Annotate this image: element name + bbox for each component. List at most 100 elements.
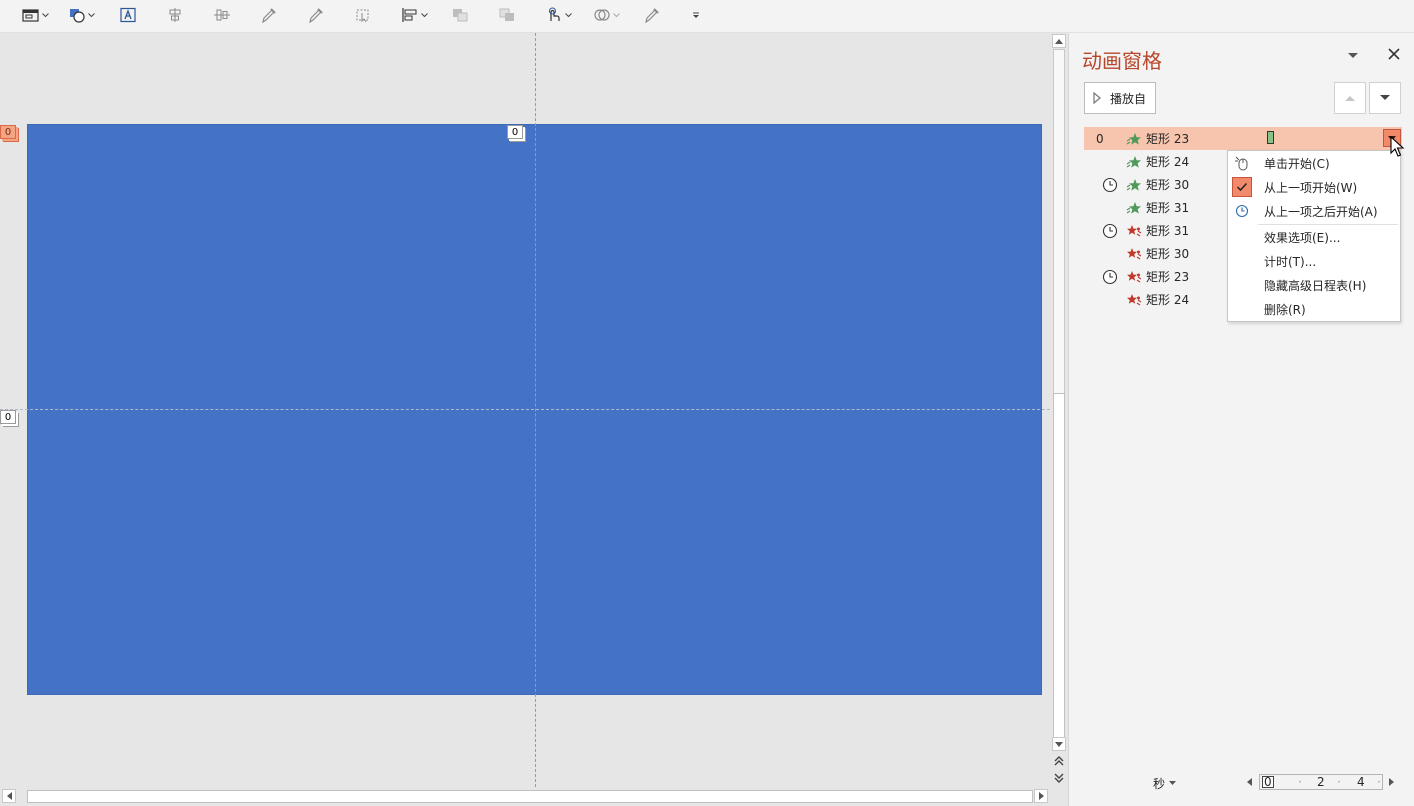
animation-target-name: 矩形 31 <box>1146 224 1190 238</box>
previous-slide-button[interactable] <box>1054 755 1064 769</box>
context-menu-item[interactable]: 隐藏高级日程表(H) <box>1228 273 1400 297</box>
triangle-down-icon <box>1055 741 1063 747</box>
triangle-right-icon[interactable] <box>1389 778 1394 786</box>
eyedropper-button[interactable] <box>260 4 278 26</box>
entrance-effect-icon <box>1126 200 1142 216</box>
timeline-tick-label: 2 <box>1317 775 1325 789</box>
timeline-tick-label: 4 <box>1357 775 1365 789</box>
animation-target-name: 矩形 24 <box>1146 293 1190 307</box>
triangle-right-icon <box>1038 792 1044 800</box>
overflow-chevron-icon <box>693 12 699 18</box>
triangle-up-icon <box>1055 38 1063 44</box>
align-middle-icon <box>214 9 230 21</box>
animation-tag-selected[interactable]: 0 <box>0 125 16 139</box>
send-backward-icon <box>499 8 514 21</box>
move-earlier-button[interactable] <box>1334 82 1366 114</box>
check-icon <box>1232 177 1252 197</box>
timing-bar[interactable] <box>1267 131 1274 144</box>
triangle-left-icon <box>6 792 12 800</box>
context-menu-label: 从上一项开始(W) <box>1264 180 1358 195</box>
merge-shapes-icon <box>594 9 610 21</box>
timeline-unit-dropdown[interactable]: 秒 <box>1153 775 1177 792</box>
exit-effect-icon <box>1126 292 1142 308</box>
context-menu-label: 隐藏高级日程表(H) <box>1264 278 1367 293</box>
pane-options-button[interactable] <box>1345 47 1361 63</box>
vertical-guide[interactable] <box>535 33 536 787</box>
customize-toolbar-button[interactable] <box>690 4 702 26</box>
exit-effect-icon <box>1126 246 1142 262</box>
shapes-icon <box>70 9 85 23</box>
scroll-down-button[interactable] <box>1052 737 1066 751</box>
animation-pane: 动画窗格 播放自 0 矩形 23 矩形 24 矩形 30 矩形 31 矩形 31 矩形 30… <box>1068 33 1414 806</box>
animation-target-name: 矩形 31 <box>1146 201 1190 215</box>
eyedropper-text-button[interactable] <box>643 4 661 26</box>
entrance-effect-icon <box>1126 154 1142 170</box>
animation-target-name: 矩形 30 <box>1146 247 1190 261</box>
send-backward-button[interactable] <box>498 4 516 26</box>
slide-editor[interactable]: 0 0 0 <box>0 33 1050 787</box>
align-middle-button[interactable] <box>213 4 231 26</box>
animation-item[interactable]: 0 矩形 23 <box>1084 127 1402 150</box>
eyedropper-icon <box>645 8 659 23</box>
clock-icon <box>1102 223 1118 239</box>
vertical-scrollbar[interactable] <box>1050 33 1068 787</box>
select-objects-icon <box>356 9 369 23</box>
move-later-button[interactable] <box>1369 82 1401 114</box>
scroll-left-button[interactable] <box>2 789 16 803</box>
select-objects-button[interactable] <box>354 4 372 26</box>
context-menu-item[interactable]: 删除(R) <box>1228 297 1400 321</box>
close-icon <box>1388 48 1400 60</box>
timeline-ruler[interactable]: 0 · 2 · 4 · <box>1245 773 1395 791</box>
context-menu-item[interactable]: 从上一项之后开始(A) <box>1228 199 1400 223</box>
animation-trigger-button[interactable] <box>545 4 572 26</box>
context-menu-item[interactable]: 单击开始(C) <box>1228 151 1400 175</box>
animation-target-name: 矩形 23 <box>1146 270 1190 284</box>
shapes-button[interactable] <box>68 4 95 26</box>
touch-icon <box>549 7 560 21</box>
chevron-down-icon <box>613 12 620 17</box>
eyedropper-line-button[interactable] <box>307 4 325 26</box>
eyedropper-icon <box>262 8 276 23</box>
triangle-left-icon[interactable] <box>1247 778 1252 786</box>
animation-target-name: 矩形 23 <box>1146 132 1190 146</box>
timing-context-menu: 单击开始(C) 从上一项开始(W) 从上一项之后开始(A) 效果选项(E)... 计时(… <box>1227 150 1401 322</box>
scrollbar-thumb[interactable] <box>1053 393 1065 738</box>
entrance-effect-icon <box>1126 177 1142 193</box>
align-center-button[interactable] <box>166 4 184 26</box>
bring-forward-icon <box>453 9 468 22</box>
animation-target-name: 矩形 24 <box>1146 155 1190 169</box>
chevron-down-icon <box>88 12 95 17</box>
textbox-button[interactable] <box>119 4 137 26</box>
layout-icon <box>22 9 39 22</box>
horizontal-scrollbar[interactable] <box>0 787 1050 806</box>
context-menu-label: 从上一项之后开始(A) <box>1264 204 1378 219</box>
exit-effect-icon <box>1126 223 1142 239</box>
scroll-up-button[interactable] <box>1052 34 1066 48</box>
layout-button[interactable] <box>22 4 49 26</box>
play-from-button[interactable]: 播放自 <box>1084 82 1156 114</box>
pane-title: 动画窗格 <box>1082 49 1162 73</box>
triangle-down-icon <box>1380 95 1390 100</box>
timeline-unit-label: 秒 <box>1153 777 1166 791</box>
context-menu-item[interactable]: 效果选项(E)... <box>1228 225 1400 249</box>
animation-tag[interactable]: 0 <box>507 125 523 139</box>
triangle-up-icon <box>1345 96 1355 101</box>
chevron-down-icon <box>1169 781 1177 785</box>
context-menu-item[interactable]: 从上一项开始(W) <box>1228 175 1400 199</box>
horizontal-guide[interactable] <box>0 409 1050 410</box>
bring-forward-button[interactable] <box>451 4 469 26</box>
scroll-right-button[interactable] <box>1034 789 1048 803</box>
next-slide-button[interactable] <box>1054 772 1064 786</box>
quick-access-toolbar <box>0 0 1414 33</box>
double-up-icon <box>1054 756 1064 766</box>
animation-target-name: 矩形 30 <box>1146 178 1190 192</box>
align-button[interactable] <box>401 4 428 26</box>
chevron-down-icon <box>1348 53 1358 58</box>
scrollbar-thumb[interactable] <box>27 790 1033 803</box>
merge-shapes-button[interactable] <box>593 4 620 26</box>
align-center-icon <box>169 8 181 22</box>
context-menu-item[interactable]: 计时(T)... <box>1228 249 1400 273</box>
pane-close-button[interactable] <box>1385 45 1403 63</box>
exit-effect-icon <box>1126 269 1142 285</box>
animation-tag[interactable]: 0 <box>0 410 16 424</box>
